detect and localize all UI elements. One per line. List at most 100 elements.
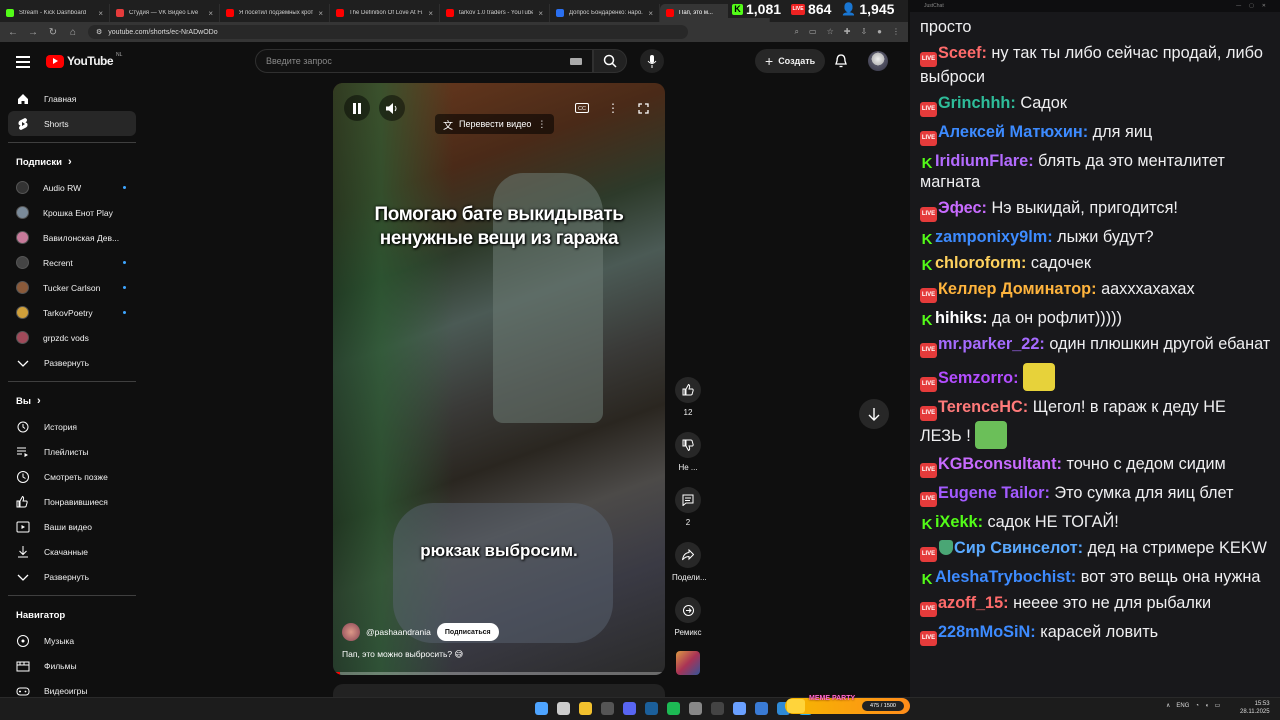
- search-input[interactable]: Введите запрос: [255, 49, 593, 73]
- chat-username[interactable]: Grinchhh: [938, 94, 1010, 112]
- sidebar-item-your-videos[interactable]: Ваши видео: [8, 514, 136, 539]
- chat-username[interactable]: Келлер Доминатор: [938, 280, 1091, 298]
- more-vertical-icon[interactable]: ⋮: [537, 119, 546, 130]
- profile-icon[interactable]: ●: [877, 27, 882, 37]
- app-icon[interactable]: [689, 702, 702, 715]
- bookmark-star-icon[interactable]: ☆: [827, 27, 834, 37]
- close-tab-icon[interactable]: ×: [98, 9, 103, 18]
- sidebar-expand-subscriptions[interactable]: Развернуть: [8, 350, 136, 375]
- tray-arrow-icon[interactable]: ∧: [1166, 702, 1170, 709]
- channel-avatar[interactable]: [342, 623, 360, 641]
- download-icon[interactable]: ⇩: [860, 27, 867, 37]
- subscriptions-heading[interactable]: Подписки ›: [8, 149, 136, 175]
- captions-button[interactable]: CC: [569, 95, 595, 121]
- translate-video-button[interactable]: 文 Перевести видео ⋮: [435, 114, 555, 134]
- subscribe-button[interactable]: Подписаться: [436, 623, 499, 641]
- sidebar-item-playlists[interactable]: Плейлисты: [8, 439, 136, 464]
- chat-username[interactable]: iXekk: [935, 513, 978, 531]
- browser-tab[interactable]: Студия — VK Видео Live ×: [110, 4, 220, 22]
- dislike-button[interactable]: [675, 432, 701, 458]
- chat-username[interactable]: chloroform: [935, 254, 1021, 272]
- close-tab-icon[interactable]: ×: [538, 9, 543, 18]
- windows-start-icon[interactable]: [535, 702, 548, 715]
- chat-username[interactable]: Эфес: [938, 199, 982, 217]
- voice-search-button[interactable]: [640, 49, 664, 73]
- sidebar-channel[interactable]: TarkovPoetry: [8, 300, 136, 325]
- chat-username[interactable]: Sceef: [938, 44, 981, 62]
- steam-icon[interactable]: [645, 702, 658, 715]
- chat-username[interactable]: Semzorro: [938, 369, 1013, 387]
- sidebar-item-home[interactable]: Главная: [8, 86, 136, 111]
- cast-icon[interactable]: ▭: [809, 27, 817, 37]
- sidebar-item-movies[interactable]: Фильмы: [8, 653, 136, 678]
- keyboard-icon[interactable]: [570, 57, 582, 65]
- zoom-icon[interactable]: ⌕: [795, 27, 799, 37]
- like-button[interactable]: [675, 377, 701, 403]
- comments-action[interactable]: 2: [672, 487, 704, 527]
- browser-tab[interactable]: tarkov 1.0 traders - YouTube ×: [440, 4, 550, 22]
- you-heading[interactable]: Вы ›: [8, 388, 136, 414]
- chat-username[interactable]: hihiks: [935, 309, 982, 327]
- chat-username[interactable]: Алексей Матюхин: [938, 123, 1083, 141]
- sidebar-item-downloads[interactable]: Скачанные: [8, 539, 136, 564]
- forward-icon[interactable]: →: [28, 27, 38, 38]
- close-tab-icon[interactable]: ×: [318, 9, 323, 18]
- next-video-button[interactable]: [859, 399, 889, 429]
- sidebar-channel[interactable]: grpzdc vods: [8, 325, 136, 350]
- obs-icon[interactable]: [601, 702, 614, 715]
- share-button[interactable]: [675, 542, 701, 568]
- create-button[interactable]: + Создать: [755, 49, 826, 73]
- sidebar-channel[interactable]: Крошка Енот Play: [8, 200, 136, 225]
- wifi-icon[interactable]: ◔: [1195, 703, 1199, 709]
- video-title[interactable]: Пап, это можно выбросить? 😅: [342, 649, 463, 660]
- sound-thumbnail[interactable]: [676, 651, 700, 675]
- browser-tab[interactable]: Я посетил подземных крот... ×: [220, 4, 330, 22]
- share-action[interactable]: Подели...: [672, 542, 707, 582]
- chat-username[interactable]: KGBconsultant: [938, 455, 1057, 473]
- app-icon[interactable]: [711, 702, 724, 715]
- back-icon[interactable]: ←: [8, 27, 18, 38]
- url-field[interactable]: ⚙ youtube.com/shorts/ec-NrADwODo: [88, 25, 688, 39]
- browser-tab[interactable]: Stream - Kick Dashboard ×: [0, 4, 110, 22]
- sidebar-item-history[interactable]: История: [8, 414, 136, 439]
- menu-icon[interactable]: [16, 56, 30, 71]
- chat-username[interactable]: Eugene Tailor: [938, 484, 1044, 502]
- chat-username[interactable]: AleshaTrybochist: [935, 568, 1071, 586]
- language-indicator[interactable]: ENG: [1176, 703, 1189, 709]
- sidebar-channel[interactable]: Recrent: [8, 250, 136, 275]
- sidebar-channel[interactable]: Tucker Carlson: [8, 275, 136, 300]
- discord-icon[interactable]: [623, 702, 636, 715]
- channel-name[interactable]: @pashaandrania: [366, 627, 431, 637]
- close-tab-icon[interactable]: ×: [208, 9, 213, 18]
- extensions-icon[interactable]: ✚: [844, 27, 851, 37]
- comments-button[interactable]: [675, 487, 701, 513]
- chat-username[interactable]: IridiumFlare: [935, 152, 1028, 170]
- browser-tab[interactable]: Допрос Бондаренко: наро... ×: [550, 4, 660, 22]
- sidebar-channel[interactable]: Вавилонская Дев...: [8, 225, 136, 250]
- chat-username[interactable]: TerenceHC: [938, 398, 1023, 416]
- search-button[interactable]: [593, 49, 627, 73]
- site-info-icon[interactable]: ⚙: [96, 28, 102, 36]
- short-video-player[interactable]: CC ⋮ 文 Перевести видео ⋮ Помогаю бате выки…: [333, 83, 665, 675]
- remix-action[interactable]: Ремикс: [672, 597, 704, 637]
- notifications-button[interactable]: [834, 54, 848, 74]
- spotify-icon[interactable]: [667, 702, 680, 715]
- pause-button[interactable]: [344, 95, 370, 121]
- battery-icon[interactable]: ▭: [1215, 702, 1221, 709]
- like-action[interactable]: 12: [672, 377, 704, 417]
- fullscreen-button[interactable]: [630, 95, 656, 121]
- chat-username[interactable]: azoff_15: [938, 594, 1003, 612]
- video-progress-bar[interactable]: [333, 672, 665, 675]
- volume-tray-icon[interactable]: ◖: [1205, 703, 1209, 709]
- sidebar-item-watch-later[interactable]: Смотреть позже: [8, 464, 136, 489]
- home-button-icon[interactable]: ⌂: [68, 27, 78, 38]
- chat-username[interactable]: mr.parker_22: [938, 335, 1039, 353]
- close-tab-icon[interactable]: ×: [648, 9, 653, 18]
- sidebar-item-chevron-down[interactable]: Развернуть: [8, 564, 136, 589]
- volume-button[interactable]: [379, 95, 405, 121]
- app-icon[interactable]: [733, 702, 746, 715]
- sidebar-item-music[interactable]: Музыка: [8, 628, 136, 653]
- more-options-button[interactable]: ⋮: [600, 95, 626, 121]
- search-taskbar-icon[interactable]: [557, 702, 570, 715]
- sidebar-item-shorts[interactable]: Shorts: [8, 111, 136, 136]
